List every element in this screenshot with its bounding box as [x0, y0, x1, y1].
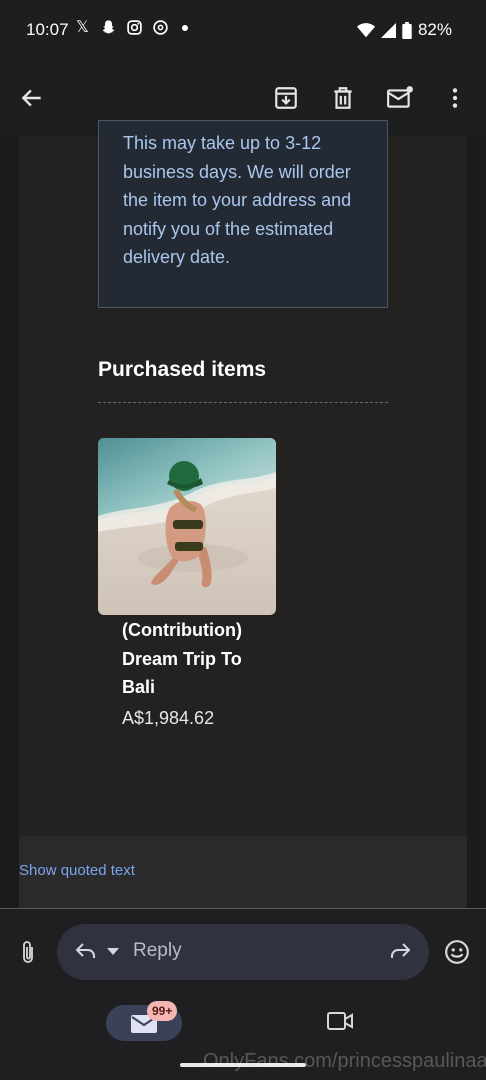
- reply-icon[interactable]: [73, 939, 99, 963]
- attachment-icon[interactable]: [14, 939, 42, 967]
- wifi-icon: [356, 22, 375, 37]
- meet-tab[interactable]: [326, 1010, 356, 1036]
- x-icon: 𝕏: [76, 19, 89, 36]
- signal-icon: [380, 22, 396, 38]
- delivery-info-text: This may take up to 3-12 business days. …: [123, 133, 352, 267]
- purchased-items-heading: Purchased items: [98, 358, 267, 381]
- status-bar: 10:07 𝕏 82%: [0, 0, 486, 60]
- dashed-divider: [98, 402, 388, 403]
- video-camera-icon: [327, 1012, 353, 1030]
- watermark: OnlyFans.com/princesspaulinaa: [203, 1050, 486, 1072]
- reply-placeholder: Reply: [133, 940, 182, 961]
- mark-unread-icon[interactable]: [386, 84, 414, 112]
- item-name[interactable]: (Contribution) Dream Trip To Bali: [122, 616, 272, 702]
- unread-badge: 99+: [147, 1001, 178, 1021]
- delivery-info-box: This may take up to 3-12 business days. …: [98, 120, 388, 308]
- emoji-icon[interactable]: [444, 939, 470, 965]
- forward-icon[interactable]: [387, 939, 413, 963]
- battery-icon: [402, 21, 412, 39]
- delete-icon[interactable]: [329, 84, 357, 112]
- more-notifications-dot: [182, 24, 188, 31]
- reply-bar: Reply: [0, 909, 486, 996]
- instagram-icon: [126, 19, 143, 36]
- more-vert-icon[interactable]: [441, 84, 469, 112]
- item-price: A$1,984.62: [122, 708, 215, 728]
- system-status: 82%: [356, 20, 452, 40]
- item-image[interactable]: [98, 438, 276, 615]
- threads-icon: [152, 19, 169, 36]
- snapchat-icon: [100, 19, 117, 36]
- back-arrow-icon[interactable]: [18, 84, 46, 112]
- chevron-down-icon[interactable]: [107, 948, 119, 955]
- archive-icon[interactable]: [272, 84, 300, 112]
- status-time: 10:07: [26, 20, 69, 39]
- battery-percent: 82%: [417, 20, 452, 39]
- reply-input[interactable]: Reply: [57, 924, 429, 980]
- show-quoted-text-link[interactable]: Show quoted text: [19, 862, 135, 879]
- notification-icons: 𝕏: [74, 19, 188, 36]
